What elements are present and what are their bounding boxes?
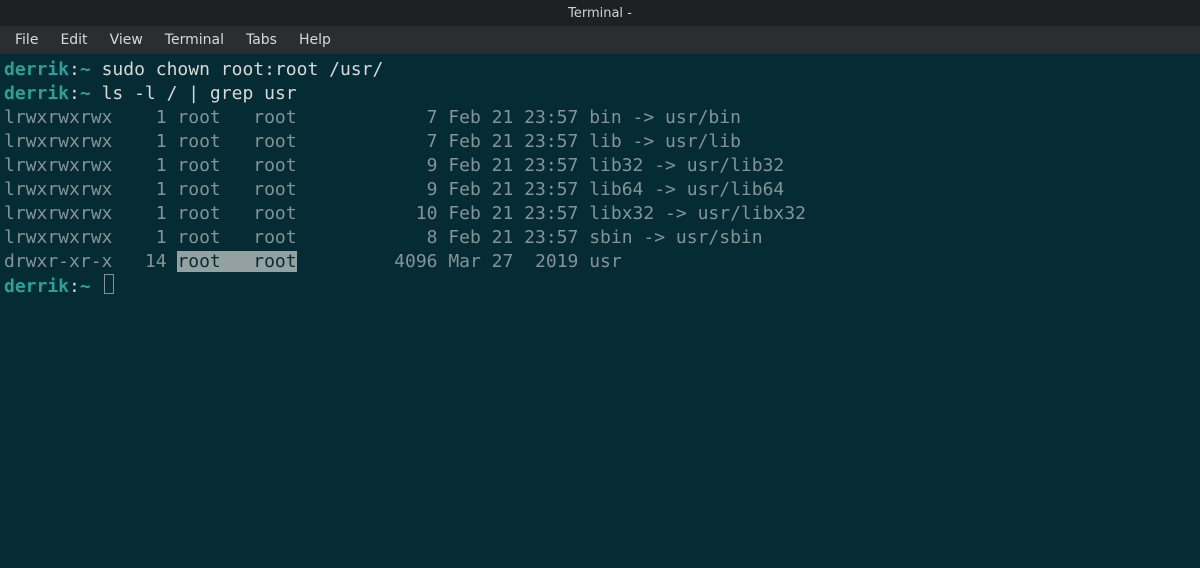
menu-tabs[interactable]: Tabs xyxy=(237,29,286,51)
ls-output-line: lrwxrwxrwx 1 root root 9 Feb 21 23:57 li… xyxy=(4,154,1196,178)
prompt-path: ~ xyxy=(80,59,91,80)
menu-edit[interactable]: Edit xyxy=(51,29,96,51)
grep-match: root root xyxy=(177,251,296,272)
command-text: sudo chown root:root /usr/ xyxy=(102,59,384,80)
menu-terminal[interactable]: Terminal xyxy=(156,29,233,51)
prompt-end xyxy=(91,59,102,80)
ls-output-line: lrwxrwxrwx 1 root root 7 Feb 21 23:57 li… xyxy=(4,130,1196,154)
prompt-end xyxy=(91,83,102,104)
prompt-user: derrik xyxy=(4,59,69,80)
terminal-output[interactable]: derrik:~ sudo chown root:root /usr/derri… xyxy=(0,54,1200,303)
cursor xyxy=(104,274,114,294)
menu-help[interactable]: Help xyxy=(290,29,340,51)
prompt-colon: : xyxy=(69,83,80,104)
window-titlebar: Terminal - xyxy=(0,0,1200,26)
ls-output-line: drwxr-xr-x 14 root root 4096 Mar 27 2019… xyxy=(4,250,1196,274)
prompt-line: derrik:~ sudo chown root:root /usr/ xyxy=(4,58,1196,82)
window-title: Terminal - xyxy=(568,6,632,21)
ls-output-line: lrwxrwxrwx 1 root root 7 Feb 21 23:57 bi… xyxy=(4,106,1196,130)
prompt-line: derrik:~ xyxy=(4,274,1196,299)
prompt-end xyxy=(91,276,102,297)
prompt-colon: : xyxy=(69,276,80,297)
ls-output-line: lrwxrwxrwx 1 root root 10 Feb 21 23:57 l… xyxy=(4,202,1196,226)
prompt-path: ~ xyxy=(80,276,91,297)
prompt-user: derrik xyxy=(4,276,69,297)
prompt-colon: : xyxy=(69,59,80,80)
prompt-user: derrik xyxy=(4,83,69,104)
menu-view[interactable]: View xyxy=(101,29,152,51)
prompt-path: ~ xyxy=(80,83,91,104)
menu-bar: File Edit View Terminal Tabs Help xyxy=(0,26,1200,54)
menu-file[interactable]: File xyxy=(6,29,47,51)
ls-output-line: lrwxrwxrwx 1 root root 9 Feb 21 23:57 li… xyxy=(4,178,1196,202)
prompt-line: derrik:~ ls -l / | grep usr xyxy=(4,82,1196,106)
command-text: ls -l / | grep usr xyxy=(102,83,297,104)
ls-output-line: lrwxrwxrwx 1 root root 8 Feb 21 23:57 sb… xyxy=(4,226,1196,250)
